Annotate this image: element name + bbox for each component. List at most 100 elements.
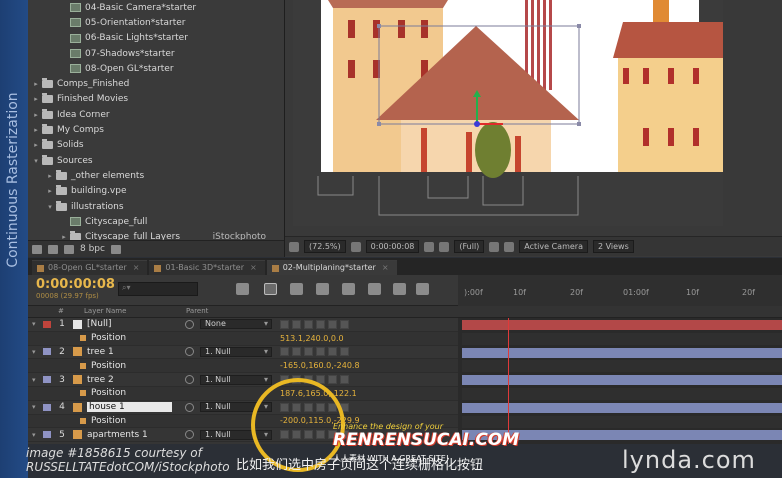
parent-pickwhip-icon[interactable] [185,430,194,440]
disclosure-triangle-icon[interactable]: ▸ [32,95,40,103]
twirl-down-icon[interactable]: ▾ [32,376,40,384]
timeline-tab[interactable]: 02-Multiplaning*starter × [266,260,397,275]
property-value[interactable]: 513.1,240.0,0.0 [280,334,344,343]
label-color-swatch[interactable] [43,348,51,356]
layer-name[interactable]: tree 1 [87,347,172,357]
property-row[interactable]: Position -165.0,160.0,-240.8 [28,359,458,374]
layer-duration-bar[interactable] [462,402,782,413]
brainstorm-icon[interactable] [393,283,406,295]
project-item[interactable]: ▸ Solids [28,138,284,153]
shy-layers-icon[interactable] [290,283,303,295]
frame-blending-icon[interactable] [316,283,329,295]
viewer-canvas[interactable] [293,0,723,226]
channel-icon[interactable] [439,241,450,252]
switch-toggle[interactable] [304,319,313,329]
trash-icon[interactable] [110,244,121,254]
project-item[interactable]: ▾ Sources [28,153,284,168]
parent-pickwhip-icon[interactable] [185,319,194,329]
timeline-tab[interactable]: 08-Open GL*starter × [32,260,148,275]
parent-dropdown[interactable]: 1. Null [200,374,272,385]
twirl-down-icon[interactable]: ▾ [32,320,40,328]
stopwatch-icon[interactable] [80,417,86,424]
disclosure-triangle-icon[interactable]: ▸ [46,187,54,195]
disclosure-triangle-icon[interactable]: ▾ [32,157,40,165]
col-name-header[interactable]: Layer Name [84,307,126,315]
layer-row[interactable]: ▾ 2 tree 1 1. Null [28,346,458,360]
stopwatch-icon[interactable] [80,335,86,342]
switch-toggle[interactable] [316,319,325,329]
switch-toggle[interactable] [292,319,301,329]
parent-dropdown[interactable]: None [200,319,272,330]
layer-name[interactable]: apartments 1 [87,430,172,440]
layer-duration-bar[interactable] [462,375,782,386]
project-item[interactable]: ▾ illustrations [28,199,284,214]
layer-duration-bar[interactable] [462,347,782,358]
switch-toggle[interactable] [340,375,349,385]
property-value[interactable]: -165.0,160.0,-240.8 [280,361,360,370]
layer-switches[interactable] [280,319,349,329]
always-preview-icon[interactable] [289,241,299,252]
layer-row[interactable]: ▾ 1 [Null] None [28,318,458,332]
timeline-current-time[interactable]: 0:00:00:08 [36,277,115,292]
project-item[interactable]: ▸ Idea Corner [28,107,284,122]
parent-pickwhip-icon[interactable] [185,375,194,385]
layer-switches[interactable] [280,347,349,357]
transparency-grid-icon[interactable] [504,241,515,252]
switch-toggle[interactable] [328,347,337,357]
graph-editor-icon[interactable] [368,283,381,295]
project-item[interactable]: ▸ My Comps [28,122,284,137]
anchor-point[interactable] [474,121,480,127]
property-row[interactable]: Position 513.1,240.0,0.0 [28,331,458,346]
timeline-tab[interactable]: 01-Basic 3D*starter × [149,260,265,275]
interpret-footage-icon[interactable] [32,244,42,254]
project-item[interactable]: ▸ Comps_Finished [28,76,284,91]
views-dropdown[interactable]: 2 Views [592,240,634,253]
switch-toggle[interactable] [340,347,349,357]
layer-duration-bar[interactable] [462,320,782,330]
layer-name[interactable]: tree 2 [87,375,172,385]
disclosure-triangle-icon[interactable]: ▸ [46,172,54,180]
close-tab-icon[interactable]: × [133,263,140,272]
zoom-dropdown[interactable]: (72.5%) [304,240,346,253]
disclosure-triangle-icon[interactable]: ▸ [32,141,40,149]
time-ruler[interactable]: ):00f 10f 20f 01:00f 10f 20f [458,275,782,306]
close-tab-icon[interactable]: × [250,263,257,272]
project-item[interactable]: ▸ Finished Movies [28,92,284,107]
timeline-search-input[interactable]: ⌕▾ [118,282,198,296]
project-item[interactable]: Cityscape_full [28,214,284,229]
current-time-indicator[interactable] [508,318,510,444]
parent-pickwhip-icon[interactable] [185,402,194,412]
bit-depth-button[interactable]: 8 bpc [80,244,105,254]
disclosure-triangle-icon[interactable]: ▸ [32,126,40,134]
label-color-swatch[interactable] [43,376,51,384]
close-tab-icon[interactable]: × [382,263,389,272]
switch-toggle[interactable] [304,347,313,357]
stopwatch-icon[interactable] [80,390,86,397]
new-comp-icon[interactable] [64,244,74,254]
project-item[interactable]: 04-Basic Camera*starter [28,0,284,15]
grid-icon[interactable] [350,241,361,252]
col-parent-header[interactable]: Parent [186,307,208,315]
resolution-dropdown[interactable]: (Full) [454,240,485,253]
layer-name[interactable]: house 1 [87,402,172,413]
label-color-swatch[interactable] [43,431,51,439]
parent-dropdown[interactable]: 1. Null [200,346,272,357]
switch-toggle[interactable] [316,347,325,357]
project-item[interactable]: 08-Open GL*starter [28,61,284,76]
stopwatch-icon[interactable] [80,362,86,369]
snapshot-icon[interactable] [424,241,435,252]
layer-name[interactable]: [Null] [87,319,172,329]
draft-3d-icon[interactable] [264,283,277,295]
label-color-swatch[interactable] [43,403,51,411]
switch-toggle[interactable] [328,319,337,329]
current-time[interactable]: 0:00:00:08 [365,240,420,253]
region-of-interest-icon[interactable] [489,241,500,252]
switch-toggle[interactable] [280,319,289,329]
camera-dropdown[interactable]: Active Camera [519,240,588,253]
project-item[interactable]: ▸ _other elements [28,168,284,183]
motion-blur-icon[interactable] [342,283,355,295]
property-row[interactable]: Position 187.6,165.0,-122.1 [28,387,458,401]
new-folder-icon[interactable] [48,244,58,254]
label-color-swatch[interactable] [43,320,51,328]
layer-row[interactable]: ▾ 4 house 1 1. Null [28,401,458,415]
